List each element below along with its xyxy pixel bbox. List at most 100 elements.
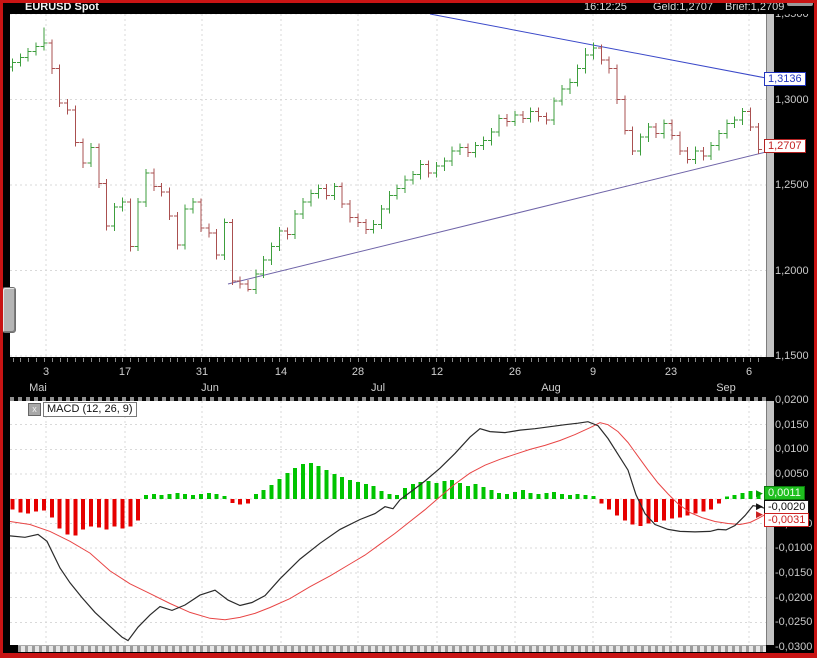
time-axis-tick — [460, 358, 461, 362]
time-axis-tick — [60, 358, 61, 362]
time-axis-tick — [586, 358, 587, 362]
time-axis-tick — [703, 358, 704, 362]
time-axis-tick — [232, 358, 233, 362]
day-label: 17 — [119, 366, 131, 378]
time-axis-tick — [625, 358, 626, 362]
time-axis-tick — [546, 358, 547, 362]
time-axis-tick — [735, 358, 736, 362]
title-bar[interactable]: EURUSD Spot 16:12:25 Geld:1,2707 Brief:1… — [3, 0, 814, 14]
time-axis-tick — [358, 358, 359, 362]
signal-value-label: -0,0031 — [764, 513, 809, 527]
time-axis-tick — [99, 358, 100, 362]
month-label: Jul — [371, 382, 385, 394]
day-label: 6 — [746, 366, 752, 378]
panel-grip-handle[interactable] — [2, 287, 16, 333]
price-axis-label: 1,1500 — [775, 350, 809, 362]
time-axis-tick — [633, 358, 634, 362]
time-axis-tick — [381, 358, 382, 362]
day-label: 9 — [590, 366, 596, 378]
time-axis-tick — [52, 358, 53, 362]
day-label: 3 — [43, 366, 49, 378]
time-axis-tick — [217, 358, 218, 362]
time-axis-tick — [515, 358, 516, 362]
time-axis-tick — [240, 358, 241, 362]
time-axis-tick — [499, 358, 500, 362]
macd-plot[interactable] — [10, 401, 766, 645]
time-axis-tick — [170, 358, 171, 362]
price-chart-plot[interactable] — [10, 14, 766, 357]
histogram-value-label: 0,0011 — [764, 486, 805, 500]
time-axis-tick — [311, 358, 312, 362]
price-axis-label: 1,2000 — [775, 265, 809, 277]
time-axis-tick — [609, 358, 610, 362]
time-axis-tick — [256, 358, 257, 362]
time-axis-tick — [295, 358, 296, 362]
time-axis-tick — [593, 358, 594, 362]
time-axis-tick — [523, 358, 524, 362]
time-axis-tick — [130, 358, 131, 362]
time-axis-tick — [476, 358, 477, 362]
time-axis-tick — [28, 358, 29, 362]
signal-marker-icon: ▶ — [756, 510, 763, 519]
time-axis-tick — [491, 358, 492, 362]
time-axis-tick — [421, 358, 422, 362]
time-axis-tick — [146, 358, 147, 362]
time-axis-tick — [162, 358, 163, 362]
time-axis-tick — [374, 358, 375, 362]
time-axis-tick — [397, 358, 398, 362]
time-axis-tick — [688, 358, 689, 362]
time-axis-tick — [115, 358, 116, 362]
month-label: Sep — [716, 382, 736, 394]
clock: 16:12:25 — [584, 1, 627, 13]
time-axis-tick — [319, 358, 320, 362]
time-axis-tick — [429, 358, 430, 362]
time-axis-tick — [264, 358, 265, 362]
macd-value-label: -0,0020 — [764, 500, 809, 514]
day-label: 31 — [196, 366, 208, 378]
month-label: Aug — [541, 382, 561, 394]
time-axis-tick — [327, 358, 328, 362]
time-axis-tick — [138, 358, 139, 362]
window-title: EURUSD Spot — [25, 1, 99, 13]
day-label: 14 — [275, 366, 287, 378]
time-axis-tick — [279, 358, 280, 362]
time-axis-tick — [507, 358, 508, 362]
macd-axis-label: 0,0200 — [775, 394, 809, 406]
time-axis-tick — [44, 358, 45, 362]
time-axis-tick — [83, 358, 84, 362]
titlebar-button[interactable] — [787, 1, 813, 6]
time-axis-tick — [484, 358, 485, 362]
macd-chart — [10, 401, 766, 645]
time-axis-tick — [413, 358, 414, 362]
close-icon[interactable]: x — [28, 403, 41, 416]
last-price-label: 1,2707 — [764, 139, 806, 153]
bid-quote: Geld:1,2707 — [653, 1, 713, 13]
day-label: 12 — [431, 366, 443, 378]
time-axis-tick — [224, 358, 225, 362]
time-axis-tick — [13, 358, 14, 362]
time-axis-tick — [727, 358, 728, 362]
macd-axis-label: -0,0150 — [775, 567, 812, 579]
time-axis-tick — [67, 358, 68, 362]
time-axis-tick — [617, 358, 618, 362]
time-axis-tick — [154, 358, 155, 362]
time-axis-tick — [664, 358, 665, 362]
macd-axis-label: -0,0250 — [775, 616, 812, 628]
time-axis-tick — [75, 358, 76, 362]
time-axis-tick — [750, 358, 751, 362]
chart-window: EURUSD Spot 16:12:25 Geld:1,2707 Brief:1… — [0, 0, 817, 658]
price-axis-label: 1,2500 — [775, 179, 809, 191]
time-axis-tick — [350, 358, 351, 362]
time-axis-tick — [601, 358, 602, 362]
price-chart-scrollbar[interactable] — [766, 14, 774, 357]
trendline-value-label: 1,3136 — [764, 72, 806, 86]
time-axis-tick — [389, 358, 390, 362]
time-axis-tick — [554, 358, 555, 362]
time-axis-tick — [248, 358, 249, 362]
time-axis-tick — [656, 358, 657, 362]
month-label: Jun — [201, 382, 219, 394]
macd-legend: MACD (12, 26, 9) — [43, 402, 137, 417]
bottom-scrollbar[interactable] — [18, 645, 766, 652]
time-axis-tick — [366, 358, 367, 362]
time-axis-tick — [405, 358, 406, 362]
